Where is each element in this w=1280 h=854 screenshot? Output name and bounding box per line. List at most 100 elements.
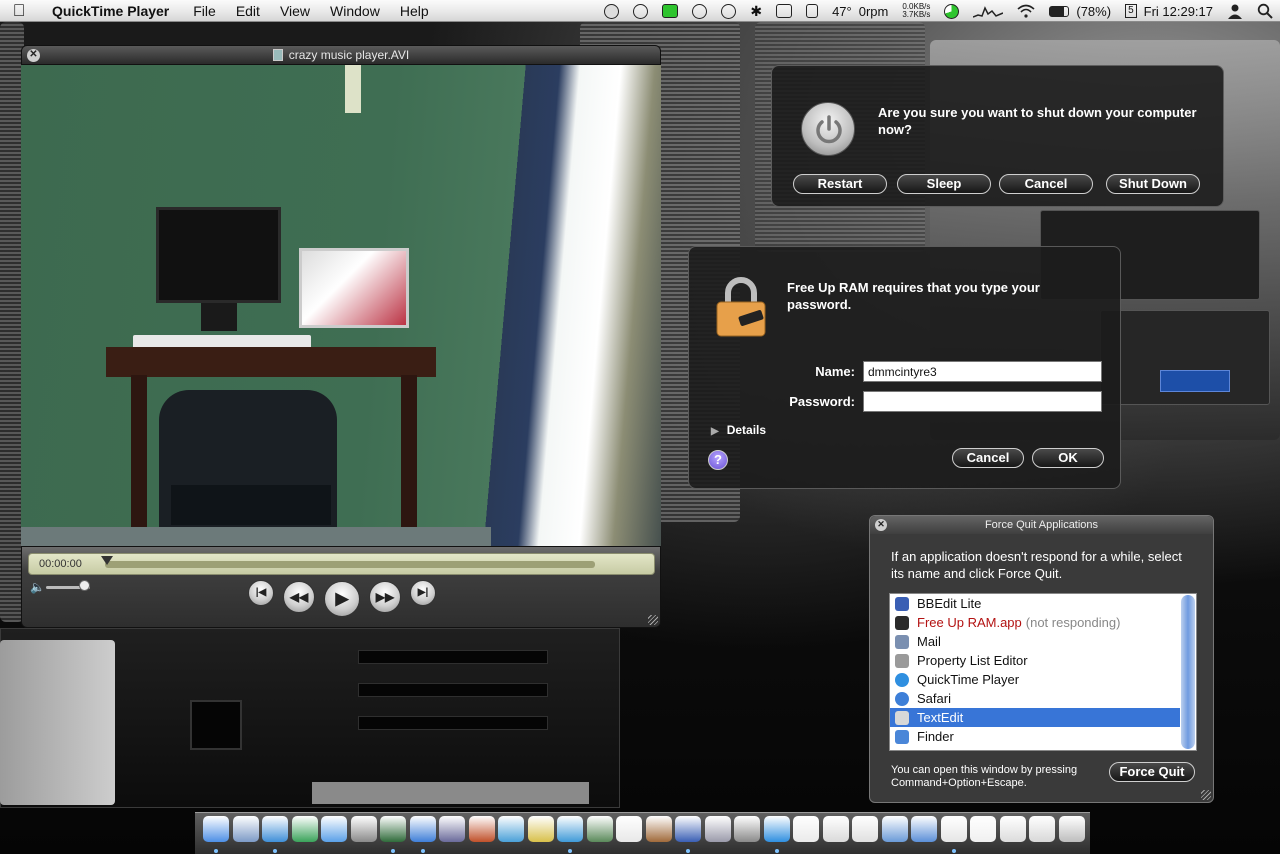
user-icon[interactable] (1220, 0, 1250, 22)
terminal-icon[interactable] (380, 816, 406, 842)
menu-file[interactable]: File (183, 3, 226, 19)
list-scrollbar[interactable] (1181, 595, 1195, 749)
fan-speed-readout[interactable]: 0rpm (859, 0, 896, 22)
temperature-readout[interactable]: 47° (825, 0, 859, 22)
go-to-start-button[interactable]: |◀ (248, 580, 274, 606)
finder-icon[interactable] (203, 816, 229, 842)
force-quit-resize-icon[interactable] (1201, 790, 1211, 800)
time-machine-icon[interactable] (626, 0, 655, 22)
battery-icon[interactable] (1042, 0, 1076, 22)
scrubber-track[interactable] (105, 561, 595, 568)
password-field[interactable] (863, 391, 1102, 412)
menu-window[interactable]: Window (320, 3, 390, 19)
document-icon[interactable] (793, 816, 819, 842)
list-item[interactable]: BBEdit Lite (890, 594, 1180, 613)
name-field[interactable] (863, 361, 1102, 382)
folder-icon[interactable] (911, 816, 937, 842)
volume-knob[interactable] (79, 580, 90, 591)
sleep-button[interactable]: Sleep (897, 174, 991, 194)
restart-button[interactable]: Restart (793, 174, 887, 194)
help-button[interactable]: ? (708, 450, 728, 470)
note-icon[interactable] (970, 816, 996, 842)
calendar-date-icon[interactable]: 5 (1118, 0, 1144, 22)
ok-button[interactable]: OK (1032, 448, 1104, 468)
list-item[interactable]: Free Up RAM.app (not responding) (890, 613, 1180, 632)
disk-icon[interactable] (799, 0, 825, 22)
usb-icon[interactable] (616, 816, 642, 842)
display-icon[interactable] (769, 0, 799, 22)
go-to-end-button[interactable]: ▶| (410, 580, 436, 606)
volume-icon[interactable]: 🔈 (30, 580, 45, 594)
cancel-button[interactable]: Cancel (999, 174, 1093, 194)
play-button[interactable]: ▶ (324, 581, 360, 617)
book-icon[interactable] (1029, 816, 1055, 842)
fast-forward-button[interactable]: ▶▶ (369, 581, 401, 613)
preview-icon[interactable] (232, 816, 259, 842)
quicktime-titlebar[interactable]: ✕ crazy music player.AVI (21, 45, 661, 65)
textedit-icon[interactable] (527, 816, 554, 842)
iphoto-icon[interactable] (557, 816, 583, 842)
safari-icon[interactable] (262, 816, 288, 842)
list-item[interactable]: Mail (890, 632, 1180, 651)
sync-icon[interactable] (714, 0, 743, 22)
close-icon[interactable]: ✕ (27, 49, 40, 62)
trash-icon[interactable] (1058, 816, 1085, 842)
password-cancel-button[interactable]: Cancel (952, 448, 1024, 468)
video-frame[interactable] (21, 65, 661, 546)
list-item[interactable]: Property List Editor (890, 651, 1180, 670)
cpu-pie-icon[interactable] (937, 0, 966, 22)
playhead-icon[interactable] (101, 556, 113, 565)
menu-help[interactable]: Help (390, 3, 439, 19)
details-disclosure[interactable]: ▶ Details (711, 423, 766, 437)
itunes-icon[interactable] (321, 816, 347, 842)
disclosure-triangle-icon[interactable]: ▶ (711, 426, 719, 437)
bbedit-icon[interactable] (675, 816, 701, 842)
doc-icon[interactable] (852, 816, 878, 842)
globe-icon[interactable] (291, 816, 318, 842)
running-indicator (420, 849, 425, 853)
network-speed[interactable]: 0.0KB/s 3.7KB/s (895, 0, 937, 22)
app-menu[interactable]: QuickTime Player (38, 3, 183, 19)
force-quit-button[interactable]: Force Quit (1109, 762, 1195, 782)
list-item[interactable]: QuickTime Player (890, 670, 1180, 689)
date-day: 5 (1125, 4, 1137, 18)
battery-percent[interactable]: (78%) (1076, 0, 1118, 22)
system-prefs-icon[interactable] (734, 816, 760, 842)
wifi-icon[interactable] (1010, 0, 1042, 22)
activity-graph-icon[interactable] (966, 0, 1010, 22)
time-bar[interactable]: 00:00:00 (28, 553, 655, 575)
apple-menu-icon[interactable]:  (0, 0, 38, 22)
bluetooth-icon[interactable]: ✱ (743, 0, 769, 22)
resize-grip-icon[interactable] (648, 615, 658, 625)
quicktime-icon[interactable] (409, 816, 436, 842)
clock[interactable]: Fri 12:29:17 (1144, 0, 1220, 22)
finder-window-icon[interactable] (881, 816, 908, 842)
presentation-icon[interactable] (468, 816, 495, 842)
grapher-icon[interactable] (704, 816, 731, 842)
list-item-selected[interactable]: TextEdit (890, 708, 1180, 727)
spotlight-search-icon[interactable] (1250, 0, 1280, 22)
photo-icon[interactable] (350, 816, 377, 842)
rewind-button[interactable]: ◀◀ (283, 581, 315, 613)
quicktime-player-icon[interactable] (763, 816, 790, 842)
menu-view[interactable]: View (270, 3, 320, 19)
shut-down-button[interactable]: Shut Down (1106, 174, 1200, 194)
pages-icon[interactable] (822, 816, 849, 842)
app-name: Mail (917, 634, 941, 649)
application-list[interactable]: BBEdit Lite Free Up RAM.app (not respondi… (889, 593, 1197, 751)
list-item[interactable]: Finder (890, 727, 1180, 746)
movie-file-icon (272, 49, 283, 61)
list-item[interactable]: Safari (890, 689, 1180, 708)
chart-icon[interactable] (498, 816, 524, 842)
meter-icon[interactable] (685, 0, 714, 22)
force-quit-close-icon[interactable]: ✕ (875, 519, 887, 531)
quicksilver-icon[interactable] (597, 0, 626, 22)
pen-icon[interactable] (439, 816, 465, 842)
image-icon[interactable] (586, 816, 613, 842)
acorn-icon[interactable] (645, 816, 672, 842)
docs-icon[interactable] (999, 816, 1026, 842)
status-green-icon[interactable] (655, 0, 685, 22)
force-quit-titlebar[interactable]: ✕ Force Quit Applications (870, 516, 1213, 534)
stack-icon[interactable] (940, 816, 967, 842)
menu-edit[interactable]: Edit (226, 3, 270, 19)
